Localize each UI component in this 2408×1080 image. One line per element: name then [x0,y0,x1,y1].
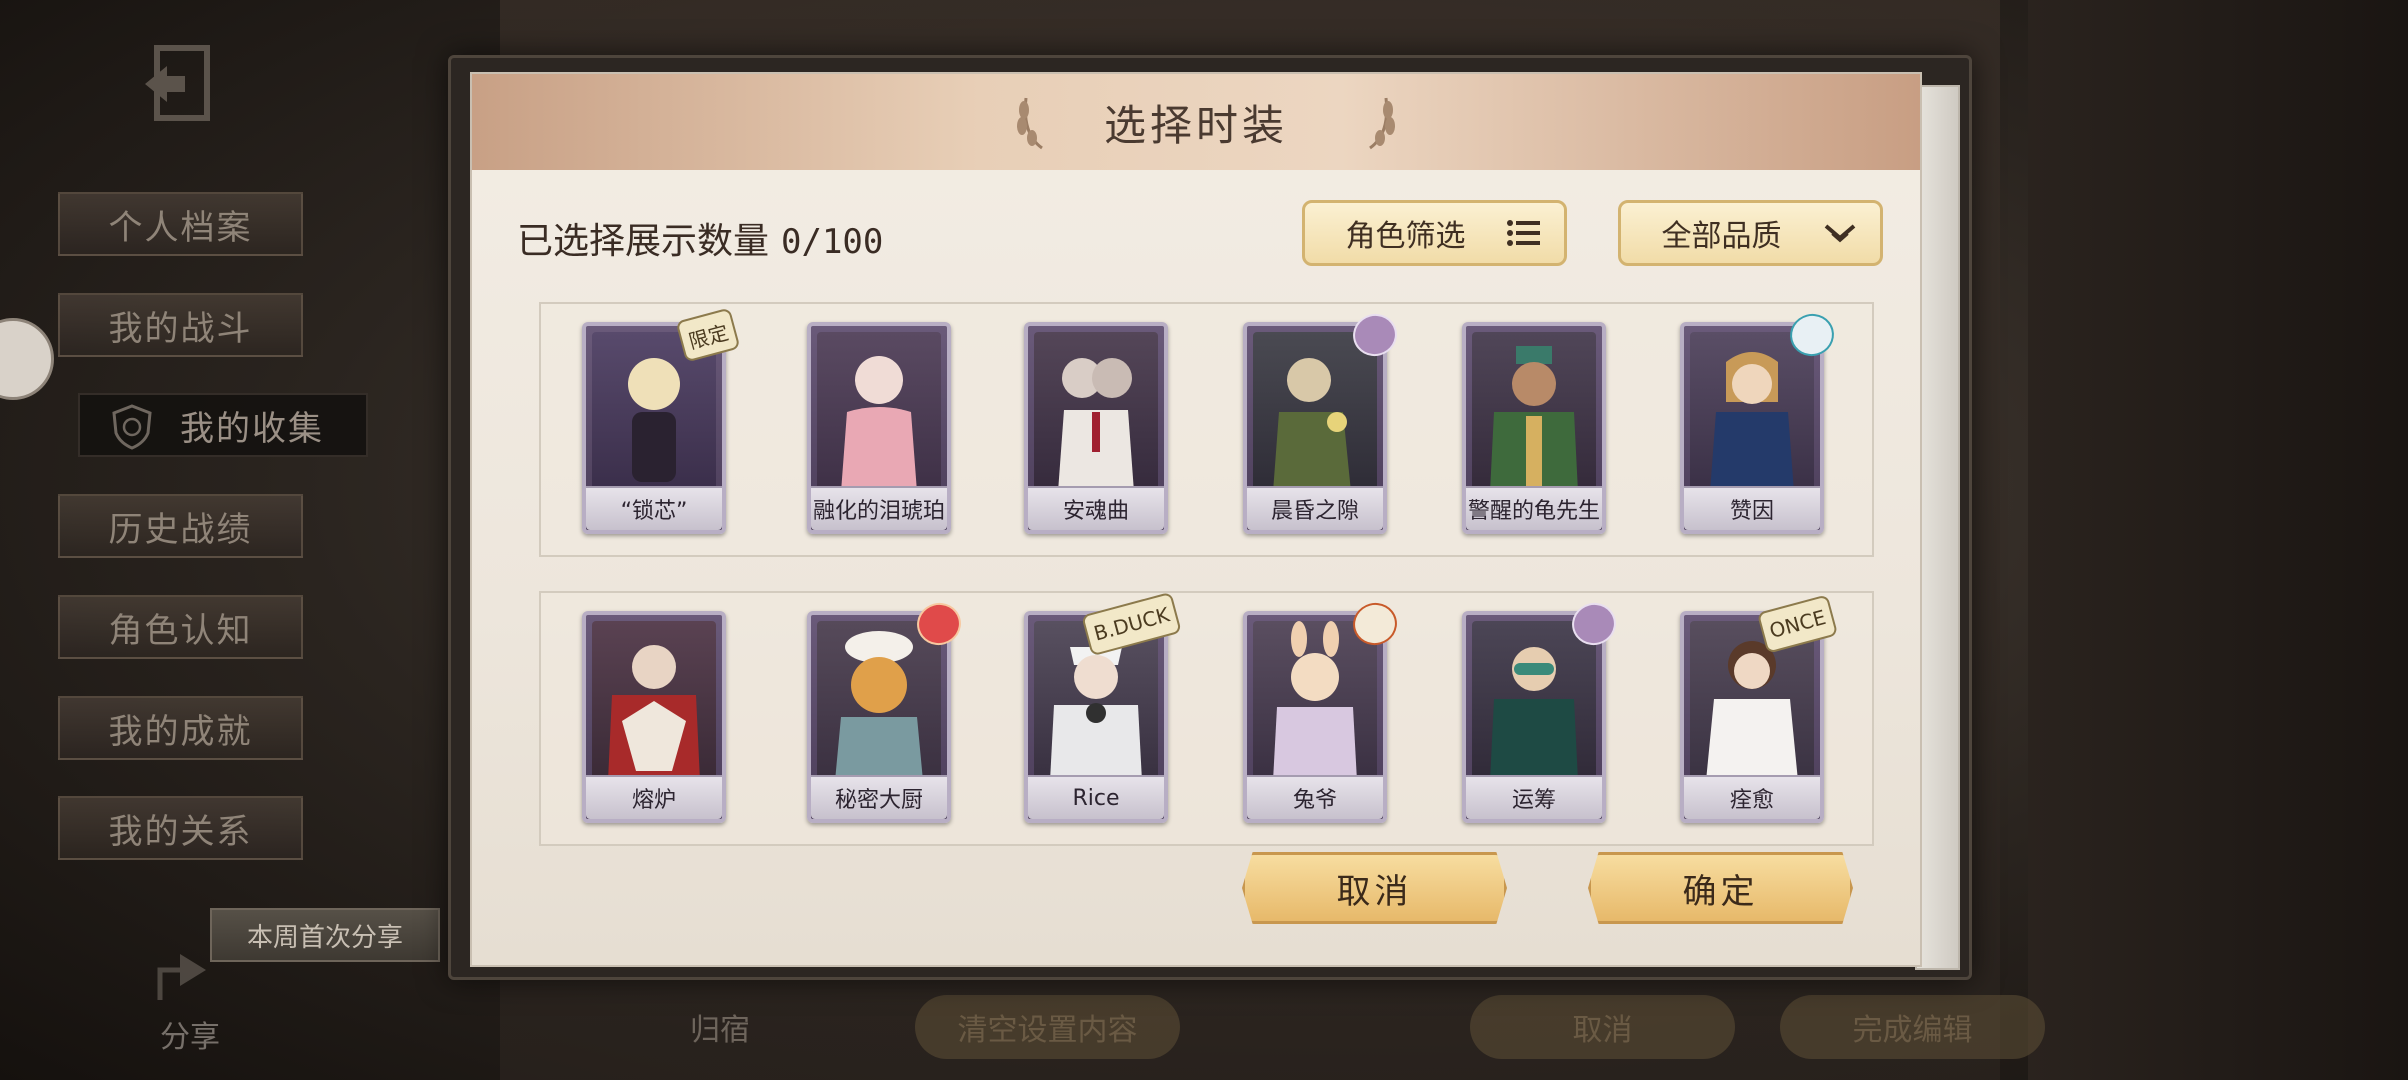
sidebar-item-label: 我的收集 [180,408,324,449]
sidebar-item-label: 角色认知 [108,610,253,651]
sidebar-item-label: 个人档案 [108,207,253,248]
selected-count-value: 0/100 [781,222,884,262]
cancel-button-label: 取消 [1336,871,1413,912]
dialog-title: 选择时装 [1103,100,1288,150]
costume-name: 安魂曲 [1028,486,1164,530]
costume-row-2 [539,591,1874,846]
costume-card[interactable]: 融化的泪琥珀 [807,322,951,534]
sidebar-item-label: 我的关系 [108,811,253,852]
costume-card[interactable]: 熔炉 [582,611,726,823]
avatar-bubble[interactable] [0,318,54,400]
costume-portrait [817,621,941,781]
costume-name: 痊愈 [1684,775,1820,819]
costume-portrait [1253,621,1377,781]
role-filter-dropdown[interactable]: 角色筛选 [1302,200,1567,266]
costume-card[interactable]: 安魂曲 [1024,322,1168,534]
costume-card[interactable]: 兔爷 [1243,598,1402,823]
costume-portrait [1253,332,1377,492]
sidebar-item-collection[interactable]: 我的收集 [78,393,368,457]
sidebar-item-achievements[interactable]: 我的成就 [58,696,303,760]
costume-card[interactable]: 秘密大厨 [807,598,966,823]
background-right [2028,0,2408,1080]
costume-name: “锁芯” [586,486,722,530]
selected-count-label: 已选择展示数量 [517,221,770,262]
costume-portrait [1690,332,1814,492]
costume-name: 秘密大厨 [811,775,947,819]
confirm-button[interactable]: 确定 [1588,852,1853,924]
role-filter-label: 角色筛选 [1345,219,1466,254]
share-label[interactable]: 分享 [160,1012,220,1056]
finish-edit-button[interactable]: 完成编辑 [1780,995,2045,1059]
laurel-left-icon [1017,97,1043,150]
costume-name: 融化的泪琥珀 [811,486,947,530]
sidebar-item-label: 历史战绩 [108,509,253,550]
costume-card[interactable]: 限定 “锁芯” [582,307,741,534]
costume-row-1 [539,302,1874,557]
costume-portrait [1472,332,1596,492]
costume-card[interactable]: B.DUCK Rice [1024,591,1182,823]
costume-card[interactable]: 运筹 [1462,598,1621,823]
costume-portrait [1472,621,1596,781]
costume-portrait [1034,332,1158,492]
list-icon [1507,220,1540,246]
costume-name: 警醒的龟先生 [1466,486,1602,530]
costume-portrait [592,621,716,781]
confirm-button-label: 确定 [1682,871,1759,912]
costume-card[interactable]: 警醒的龟先生 [1462,322,1606,534]
costume-card[interactable]: 晨昏之隙 [1243,309,1402,534]
clear-settings-label: 清空设置内容 [957,1013,1138,1048]
sidebar-item-battle[interactable]: 我的战斗 [58,293,303,357]
costume-select-dialog: 选择时装 已选择展示数量 0/100 角色筛选 全部品质 限定 “锁芯” 融化的… [470,72,1922,967]
costume-name: Rice [1028,775,1164,819]
sidebar-item-role-knowledge[interactable]: 角色认知 [58,595,303,659]
clear-settings-button[interactable]: 清空设置内容 [915,995,1180,1059]
costume-name: 熔炉 [586,775,722,819]
costume-name: 赞因 [1684,486,1820,530]
costume-card[interactable]: 赞因 [1680,309,1839,534]
dialog-header: 选择时装 [472,74,1920,170]
costume-name: 晨昏之隙 [1247,486,1383,530]
back-icon[interactable] [135,40,225,130]
share-tip: 本周首次分享 [210,908,440,962]
sidebar-item-relations[interactable]: 我的关系 [58,796,303,860]
sidebar-item-profile[interactable]: 个人档案 [58,192,303,256]
finish-edit-label: 完成编辑 [1852,1013,1973,1048]
costume-name: 兔爷 [1247,775,1383,819]
cancel-button[interactable]: 取消 [1242,852,1507,924]
home-label: 归宿 [690,1013,750,1048]
share-tip-text: 本周首次分享 [246,922,403,953]
sidebar-item-label: 我的战斗 [108,308,253,349]
selected-count: 已选择展示数量 0/100 [517,212,883,264]
costume-name: 运筹 [1466,775,1602,819]
background-cancel-button[interactable]: 取消 [1470,995,1735,1059]
laurel-right-icon [1369,97,1395,150]
quality-filter-dropdown[interactable]: 全部品质 [1618,200,1883,266]
chevron-down-icon [1824,224,1856,243]
background-cancel-label: 取消 [1572,1013,1633,1048]
home-button[interactable]: 归宿 [640,995,800,1059]
sidebar-item-history[interactable]: 历史战绩 [58,494,303,558]
sidebar-item-label: 我的成就 [108,711,253,752]
costume-card[interactable]: ONCE 痊愈 [1680,594,1839,823]
shield-icon [112,404,152,450]
quality-filter-label: 全部品质 [1661,219,1782,254]
costume-portrait [817,332,941,492]
